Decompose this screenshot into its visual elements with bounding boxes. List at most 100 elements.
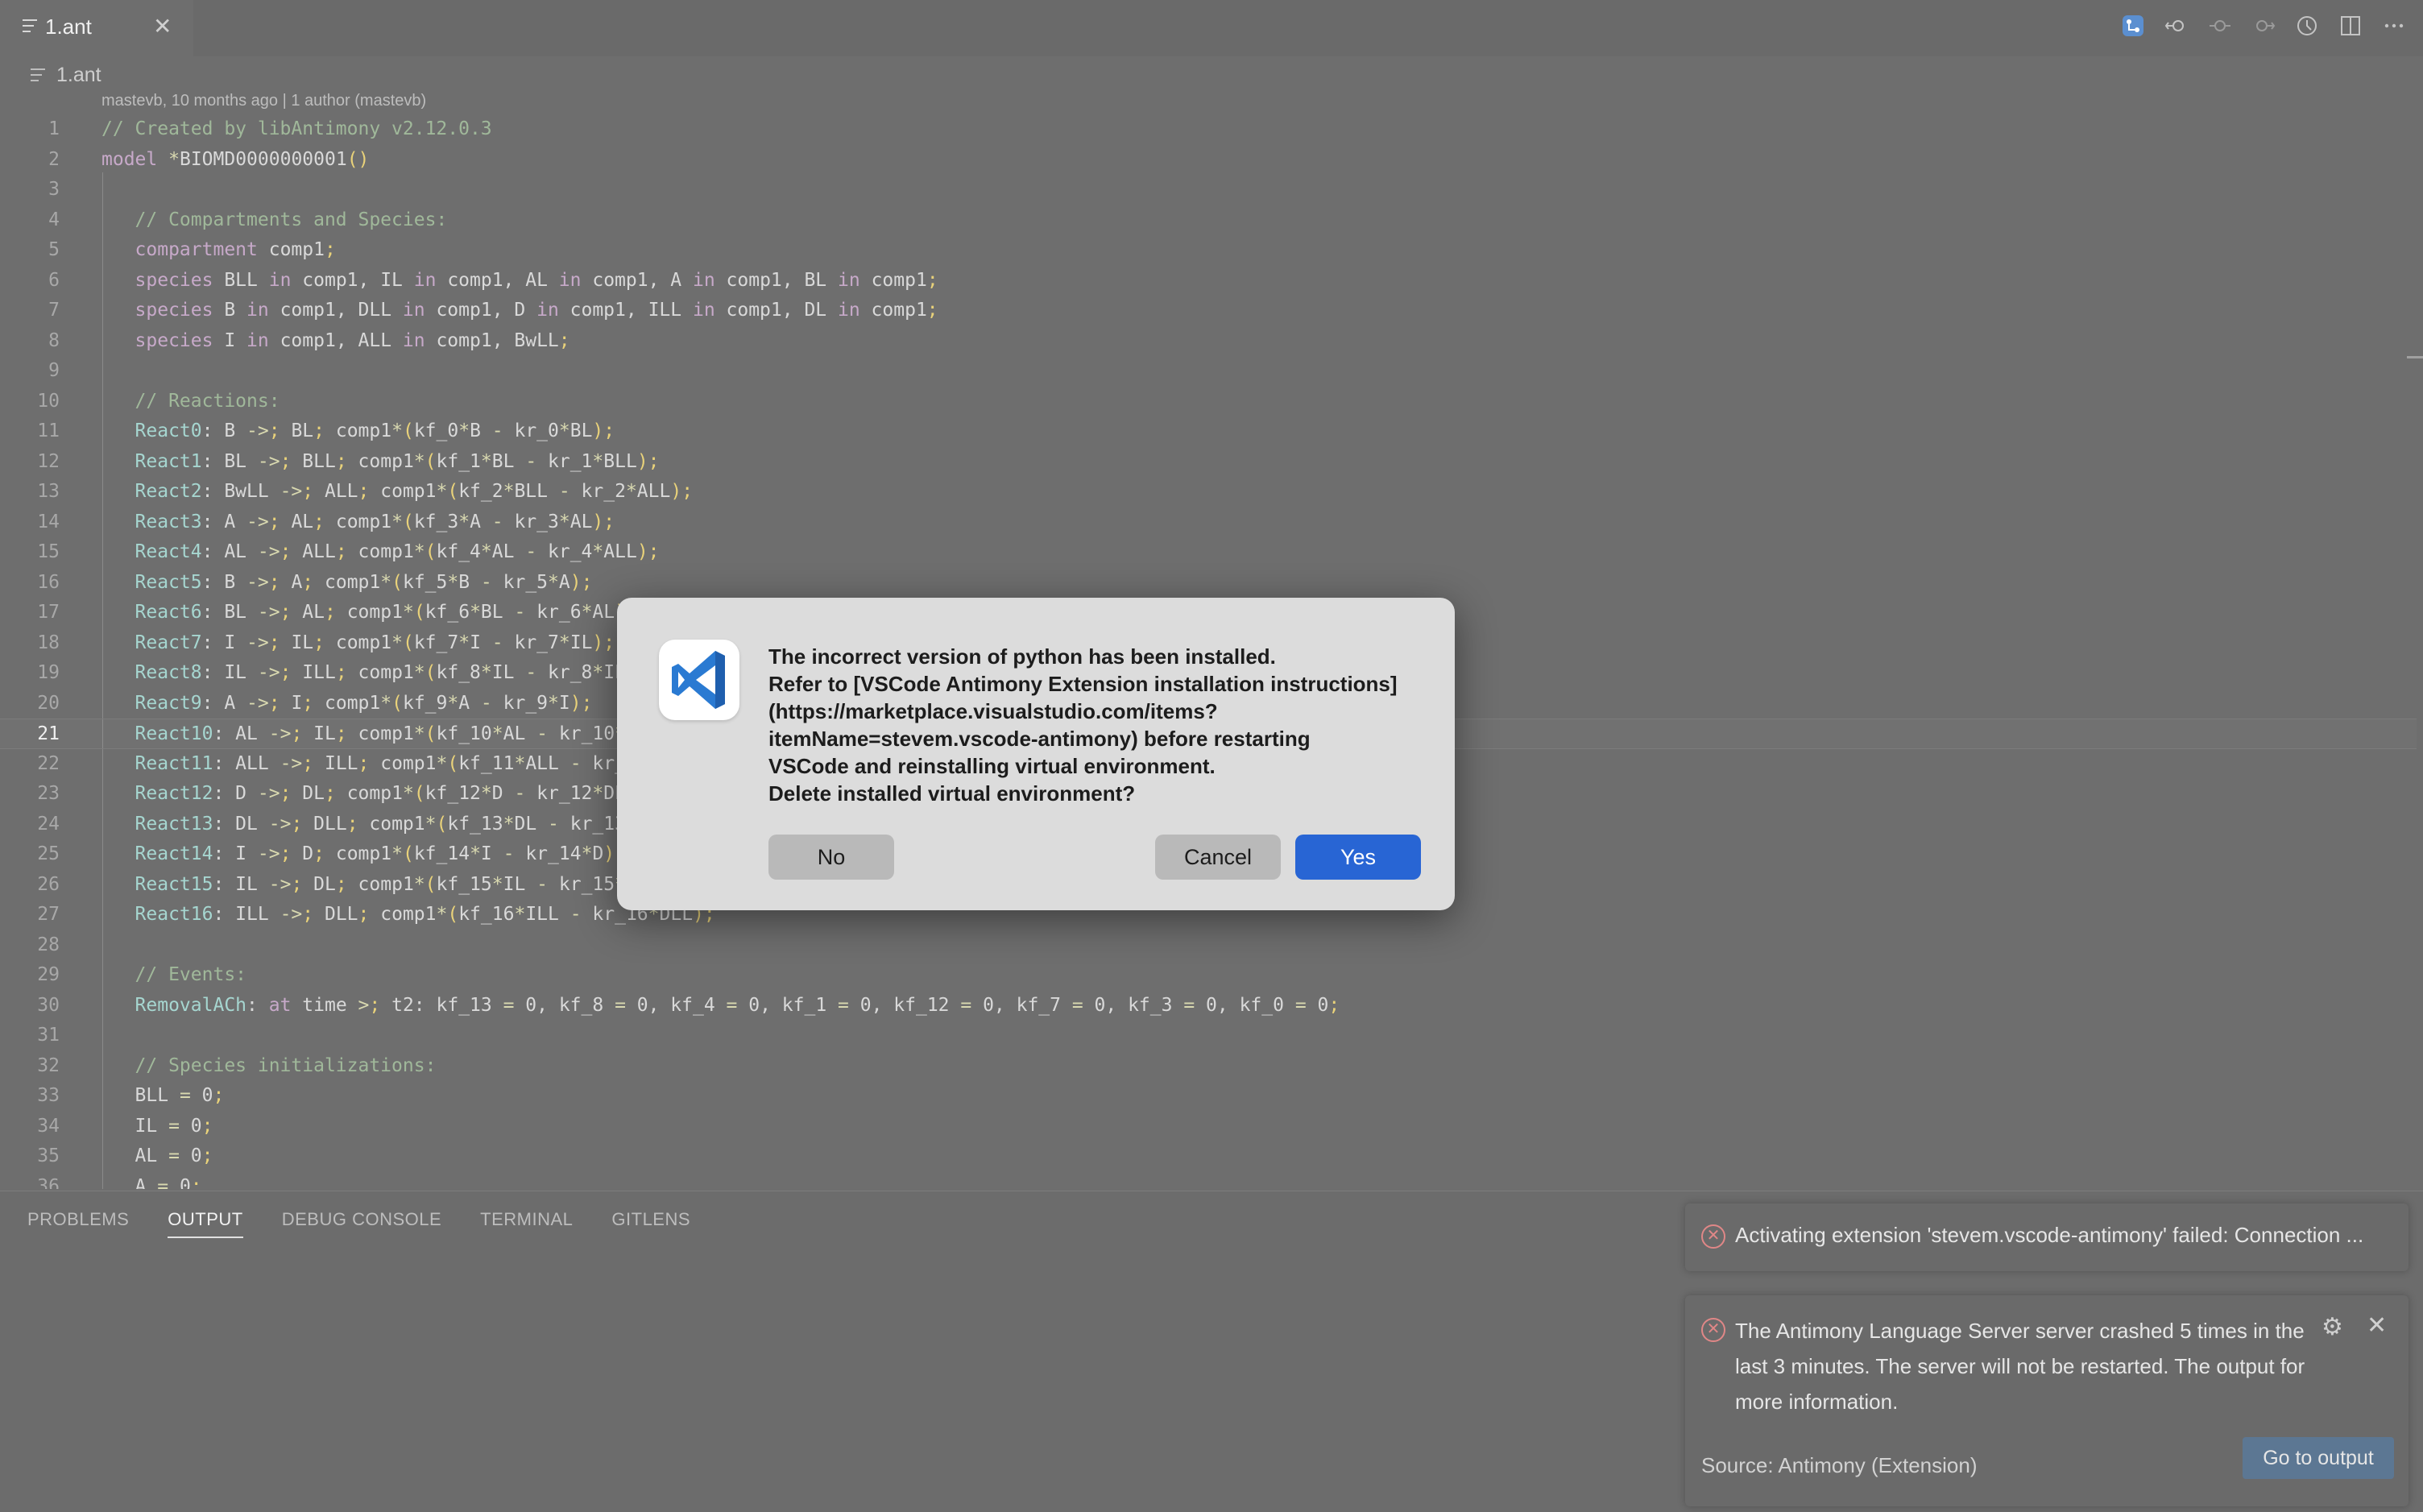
dialog-message: The incorrect version of python has been… (768, 643, 1429, 807)
line-number: 30 (37, 994, 60, 1016)
line-number: 10 (37, 390, 60, 412)
code-text[interactable]: React0: B ->; BL; comp1*(kf_0*B - kr_0*B… (101, 416, 615, 445)
panel-tab-terminal[interactable]: TERMINAL (480, 1209, 573, 1238)
code-line[interactable]: 12 React1: BL ->; BLL; comp1*(kf_1*BL - … (0, 447, 2417, 476)
code-text[interactable]: BLL = 0; (101, 1081, 225, 1110)
breadcrumb-file[interactable]: 1.ant (56, 64, 101, 87)
code-text[interactable]: React3: A ->; AL; comp1*(kf_3*A - kr_3*A… (101, 507, 615, 536)
code-line[interactable]: 13 React2: BwLL ->; ALL; comp1*(kf_2*BLL… (0, 477, 2417, 506)
code-text[interactable]: React9: A ->; I; comp1*(kf_9*A - kr_9*I)… (101, 689, 593, 718)
line-number: 17 (37, 602, 60, 623)
notification-server-crash[interactable]: ✕ The Antimony Language Server server cr… (1685, 1295, 2409, 1506)
code-text[interactable]: IL = 0; (101, 1112, 213, 1141)
code-text[interactable]: // Created by libAntimony v2.12.0.3 (101, 114, 492, 143)
line-number: 8 (48, 329, 60, 351)
code-line[interactable]: 5 compartment comp1; (0, 235, 2417, 264)
go-back-icon[interactable] (2164, 13, 2189, 39)
code-line[interactable]: 14 React3: A ->; AL; comp1*(kf_3*A - kr_… (0, 507, 2417, 536)
yes-button[interactable]: Yes (1295, 835, 1421, 880)
error-icon: ✕ (1701, 1318, 1725, 1342)
cancel-button[interactable]: Cancel (1155, 835, 1281, 880)
timeline-icon[interactable] (2294, 13, 2320, 39)
panel-tab-problems[interactable]: PROBLEMS (27, 1209, 129, 1238)
tab-close-button[interactable]: ✕ (153, 13, 172, 39)
gear-icon[interactable]: ⚙ (2322, 1313, 2343, 1341)
code-line[interactable]: 31 (0, 1021, 2417, 1050)
code-line[interactable]: 3 (0, 175, 2417, 204)
panel-tab-output[interactable]: OUTPUT (168, 1209, 243, 1238)
code-text[interactable]: // Reactions: (101, 387, 280, 416)
code-text[interactable]: compartment comp1; (101, 235, 336, 264)
code-line[interactable]: 11 React0: B ->; BL; comp1*(kf_0*B - kr_… (0, 416, 2417, 445)
code-text[interactable]: React12: D ->; DL; comp1*(kf_12*D - kr_1… (101, 779, 648, 808)
code-text[interactable]: model *BIOMD0000000001() (101, 145, 369, 174)
code-text[interactable]: species B in comp1, DLL in comp1, D in c… (101, 296, 938, 325)
go-to-output-button[interactable]: Go to output (2243, 1437, 2394, 1479)
code-line[interactable]: 7 species B in comp1, DLL in comp1, D in… (0, 296, 2417, 325)
code-line[interactable]: 32 // Species initializations: (0, 1051, 2417, 1080)
git-blame-annotation[interactable]: mastevb, 10 months ago | 1 author (maste… (101, 92, 426, 110)
line-number: 15 (37, 541, 60, 562)
line-number: 2 (48, 148, 60, 170)
error-icon: ✕ (1701, 1224, 1725, 1249)
code-line[interactable]: 34 IL = 0; (0, 1112, 2417, 1141)
code-text[interactable]: React4: AL ->; ALL; comp1*(kf_4*AL - kr_… (101, 537, 660, 566)
code-line[interactable]: 36 A = 0; (0, 1172, 2417, 1190)
panel-tab-gitlens[interactable]: GITLENS (611, 1209, 690, 1238)
line-number: 4 (48, 209, 60, 230)
dialog-message-line: VSCode and reinstalling virtual environm… (768, 754, 1216, 778)
code-line[interactable]: 6 species BLL in comp1, IL in comp1, AL … (0, 266, 2417, 295)
code-line[interactable]: 16 React5: B ->; A; comp1*(kf_5*B - kr_5… (0, 568, 2417, 597)
code-text[interactable]: species I in comp1, ALL in comp1, BwLL; (101, 326, 570, 355)
notification-activation-error[interactable]: ✕ Activating extension 'stevem.vscode-an… (1685, 1203, 2409, 1271)
breadcrumb[interactable]: 1.ant (31, 61, 101, 89)
code-text[interactable]: React7: I ->; IL; comp1*(kf_7*I - kr_7*I… (101, 628, 615, 657)
code-line[interactable]: 30 RemovalACh: at time >; t2: kf_13 = 0,… (0, 991, 2417, 1020)
vscode-logo-icon (659, 640, 739, 720)
split-editor-icon[interactable] (2338, 13, 2363, 39)
code-text[interactable]: React6: BL ->; AL; comp1*(kf_6*BL - kr_6… (101, 598, 637, 627)
code-line[interactable]: 28 (0, 930, 2417, 959)
scrollbar-marker[interactable] (2407, 356, 2423, 358)
code-text[interactable]: React8: IL ->; ILL; comp1*(kf_8*IL - kr_… (101, 658, 660, 687)
code-line[interactable]: 33 BLL = 0; (0, 1081, 2417, 1110)
code-text[interactable]: AL = 0; (101, 1141, 213, 1170)
editor-tab-bar: 1.ant ✕ (0, 0, 2423, 56)
code-line[interactable]: 29 // Events: (0, 960, 2417, 989)
code-text[interactable]: A = 0; (101, 1172, 202, 1190)
line-number: 31 (37, 1025, 60, 1046)
diff-icon[interactable] (2207, 13, 2233, 39)
code-line[interactable]: 2 model *BIOMD0000000001() (0, 145, 2417, 174)
line-number: 7 (48, 300, 60, 321)
no-button[interactable]: No (768, 835, 894, 880)
code-text[interactable]: React10: AL ->; IL; comp1*(kf_10*AL - kr… (101, 719, 671, 748)
code-line[interactable]: 15 React4: AL ->; ALL; comp1*(kf_4*AL - … (0, 537, 2417, 566)
line-number: 23 (37, 783, 60, 804)
code-text[interactable]: React13: DL ->; DLL; comp1*(kf_13*DL - k… (101, 810, 694, 839)
code-line[interactable]: 9 (0, 356, 2417, 385)
code-line[interactable]: 4 // Compartments and Species: (0, 205, 2417, 234)
line-number: 20 (37, 692, 60, 714)
code-text[interactable]: React14: I ->; D; comp1*(kf_14*I - kr_14… (101, 839, 626, 868)
code-text[interactable]: // Species initializations: (101, 1051, 437, 1080)
code-text[interactable]: React5: B ->; A; comp1*(kf_5*B - kr_5*A)… (101, 568, 593, 597)
code-text[interactable]: React1: BL ->; BLL; comp1*(kf_1*BL - kr_… (101, 447, 660, 476)
code-text[interactable]: species BLL in comp1, IL in comp1, AL in… (101, 266, 938, 295)
notification-message: The Antimony Language Server server cras… (1735, 1319, 2305, 1414)
code-text[interactable]: React15: IL ->; DL; comp1*(kf_15*IL - kr… (101, 870, 671, 899)
code-line[interactable]: 8 species I in comp1, ALL in comp1, BwLL… (0, 326, 2417, 355)
code-line[interactable]: 10 // Reactions: (0, 387, 2417, 416)
code-text[interactable]: React2: BwLL ->; ALL; comp1*(kf_2*BLL - … (101, 477, 694, 506)
code-line[interactable]: 1 // Created by libAntimony v2.12.0.3 (0, 114, 2417, 143)
go-forward-icon[interactable] (2251, 13, 2276, 39)
code-text[interactable]: // Events: (101, 960, 246, 989)
code-text[interactable]: // Compartments and Species: (101, 205, 448, 234)
git-graph-icon[interactable] (2120, 13, 2146, 39)
code-text[interactable]: RemovalACh: at time >; t2: kf_13 = 0, kf… (101, 991, 1340, 1020)
more-actions-icon[interactable] (2381, 13, 2407, 39)
editor-tab[interactable]: 1.ant ✕ (0, 0, 193, 56)
close-icon[interactable]: ✕ (2367, 1311, 2387, 1340)
panel-tab-debug-console[interactable]: DEBUG CONSOLE (282, 1209, 441, 1238)
notification-message: Activating extension 'stevem.vscode-anti… (1735, 1223, 2364, 1247)
code-line[interactable]: 35 AL = 0; (0, 1141, 2417, 1170)
